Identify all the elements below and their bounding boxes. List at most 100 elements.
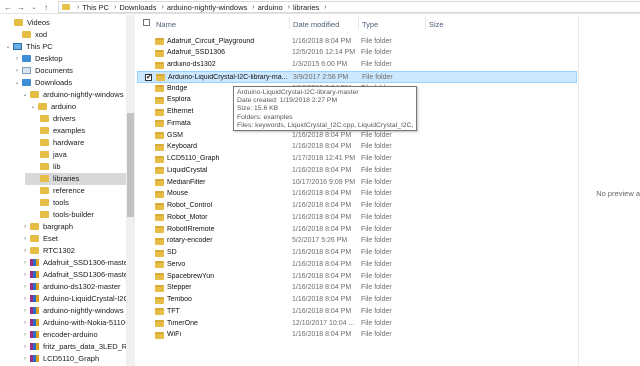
folder-icon bbox=[155, 120, 164, 128]
file-row[interactable]: Mouse 1/16/2018 8:04 PM File folder bbox=[137, 189, 577, 201]
nav-item-xod[interactable]: xod bbox=[22, 29, 124, 41]
nav-item-libraries[interactable]: libraries bbox=[25, 173, 126, 185]
nav-item-rtc1302[interactable]: › RTC1302 bbox=[22, 245, 124, 257]
chevron-right-icon[interactable]: › bbox=[252, 4, 254, 11]
file-row[interactable]: SpacebrewYun 1/16/2018 8:04 PM File folder bbox=[137, 271, 577, 283]
breadcrumb-arduino[interactable]: arduino bbox=[258, 3, 283, 12]
row-checkbox[interactable]: ✔ bbox=[145, 74, 152, 82]
column-header-size[interactable]: Size bbox=[429, 20, 444, 29]
chevron-right-icon[interactable]: › bbox=[22, 356, 28, 362]
nav-item-archive[interactable]: › encoder-arduino bbox=[22, 329, 124, 341]
chevron-down-icon[interactable]: ⌄ bbox=[30, 103, 36, 110]
file-row[interactable]: SD 1/16/2018 8:04 PM File folder bbox=[137, 248, 577, 260]
breadcrumb[interactable]: › This PC › Downloads › arduino-nightly-… bbox=[58, 1, 640, 13]
chevron-right-icon[interactable]: › bbox=[114, 4, 116, 11]
chevron-right-icon[interactable]: › bbox=[324, 4, 326, 11]
file-row[interactable]: Stepper 1/16/2018 8:04 PM File folder bbox=[137, 283, 577, 295]
nav-item-archive[interactable]: › Arduino-LiquidCrystal-I2C-li bbox=[22, 293, 135, 305]
chevron-right-icon[interactable]: › bbox=[22, 248, 28, 254]
nav-item-archive[interactable]: › arduino-ds1302-master bbox=[22, 281, 124, 293]
select-all-checkbox[interactable] bbox=[143, 19, 150, 26]
nav-item-bargraph[interactable]: › bargraph bbox=[22, 221, 124, 233]
up-arrow-icon[interactable]: ↑ bbox=[40, 1, 52, 13]
file-row[interactable]: Robot_Control 1/16/2018 8:04 PM File folde… bbox=[137, 201, 577, 213]
file-type: File folder bbox=[361, 178, 392, 186]
nav-item-hardware[interactable]: hardware bbox=[40, 137, 124, 149]
recent-locations-chevron-icon[interactable]: ⌄ bbox=[28, 1, 40, 13]
folder-icon bbox=[155, 261, 164, 269]
column-divider[interactable] bbox=[289, 17, 290, 29]
nav-item-examples[interactable]: examples bbox=[40, 125, 124, 137]
file-row[interactable]: Adafruit_SSD1306 12/5/2016 12:14 PM File f… bbox=[137, 48, 577, 60]
nav-item-drivers[interactable]: drivers bbox=[40, 113, 124, 125]
nav-item-arduino-nightly-windows[interactable]: ⌄ arduino-nightly-windows bbox=[22, 89, 124, 101]
chevron-right-icon[interactable]: › bbox=[22, 344, 28, 350]
file-row[interactable]: Servo 1/16/2018 8:04 PM File folder bbox=[137, 259, 577, 271]
nav-item-this-pc[interactable]: ⌄ This PC bbox=[5, 41, 124, 53]
file-row[interactable]: LCD5110_Graph 1/17/2018 12:41 PM File fold… bbox=[137, 154, 577, 166]
chevron-right-icon[interactable]: › bbox=[14, 56, 20, 62]
chevron-right-icon[interactable]: › bbox=[161, 4, 163, 11]
file-row[interactable]: arduino-ds1302 1/3/2015 6:00 PM File folde… bbox=[137, 60, 577, 72]
chevron-right-icon[interactable]: › bbox=[14, 68, 20, 74]
chevron-right-icon[interactable]: › bbox=[22, 332, 28, 338]
chevron-down-icon[interactable]: ⌄ bbox=[5, 43, 11, 50]
navigation-scrollbar[interactable] bbox=[126, 15, 135, 366]
column-header-date[interactable]: Date modified bbox=[293, 20, 339, 29]
nav-item-arduino[interactable]: ⌄ arduino bbox=[30, 101, 124, 113]
breadcrumb-downloads[interactable]: Downloads bbox=[119, 3, 156, 12]
chevron-right-icon[interactable]: › bbox=[22, 260, 28, 266]
nav-item-archive[interactable]: › Adafruit_SSD1306-master (1) bbox=[22, 257, 135, 269]
breadcrumb-arduino-nightly-windows[interactable]: arduino-nightly-windows bbox=[167, 3, 247, 12]
nav-item-label: Documents bbox=[35, 66, 73, 76]
file-row[interactable]: Temboo 1/16/2018 8:04 PM File folder bbox=[137, 295, 577, 307]
chevron-right-icon[interactable]: › bbox=[22, 320, 28, 326]
breadcrumb-this-pc[interactable]: This PC bbox=[82, 3, 109, 12]
nav-item-documents[interactable]: › Documents bbox=[14, 65, 124, 77]
nav-item-archive[interactable]: › Arduino-with-Nokia-5110-LC bbox=[22, 317, 135, 329]
back-arrow-icon[interactable]: ← bbox=[2, 1, 14, 13]
scrollbar-thumb[interactable] bbox=[127, 113, 134, 217]
nav-item-tools[interactable]: tools bbox=[40, 197, 124, 209]
file-row[interactable]: Keyboard 1/16/2018 8:04 PM File folder bbox=[137, 142, 577, 154]
nav-item-downloads[interactable]: ⌄ Downloads bbox=[14, 77, 124, 89]
chevron-right-icon[interactable]: › bbox=[22, 296, 28, 302]
file-row[interactable]: MedianFilter 10/17/2016 9:09 PM File folde… bbox=[137, 177, 577, 189]
nav-item-eset[interactable]: › Eset bbox=[22, 233, 124, 245]
nav-item-lib[interactable]: lib bbox=[40, 161, 124, 173]
chevron-right-icon[interactable]: › bbox=[22, 224, 28, 230]
column-divider[interactable] bbox=[358, 17, 359, 29]
nav-item-desktop[interactable]: › Desktop bbox=[14, 53, 124, 65]
file-row[interactable]: RobotIRremote 1/16/2018 8:04 PM File folde… bbox=[137, 224, 577, 236]
file-row[interactable]: TFT 1/16/2018 8:04 PM File folder bbox=[137, 306, 577, 318]
chevron-right-icon[interactable]: › bbox=[22, 236, 28, 242]
file-row[interactable]: WiFi 1/16/2018 8:04 PM File folder bbox=[137, 330, 577, 342]
chevron-down-icon[interactable]: ⌄ bbox=[14, 79, 20, 86]
file-row[interactable]: Robot_Motor 1/16/2018 8:04 PM File folder bbox=[137, 212, 577, 224]
file-row[interactable]: GSM 1/16/2018 8:04 PM File folder bbox=[137, 130, 577, 142]
nav-item-videos[interactable]: Videos bbox=[14, 17, 124, 29]
nav-item-archive[interactable]: › fritz_parts_data_3LED_RE_SW bbox=[22, 341, 135, 353]
chevron-down-icon[interactable]: ⌄ bbox=[22, 91, 28, 98]
chevron-right-icon[interactable]: › bbox=[77, 4, 79, 11]
file-row[interactable]: TimerOne 12/10/2017 10:04 ... File folder bbox=[137, 318, 577, 330]
file-row[interactable]: ✔ Arduino-LiquidCrystal-I2C-library-ma...… bbox=[137, 71, 577, 83]
column-header-type[interactable]: Type bbox=[362, 20, 378, 29]
chevron-right-icon[interactable]: › bbox=[22, 284, 28, 290]
file-row[interactable]: Adafruit_Circuit_Playground 1/16/2018 8:0… bbox=[137, 36, 577, 48]
nav-item-archive[interactable]: › Adafruit_SSD1306-master bbox=[22, 269, 131, 281]
forward-arrow-icon[interactable]: → bbox=[15, 1, 27, 13]
nav-item-tools-builder[interactable]: tools-builder bbox=[40, 209, 124, 221]
nav-item-java[interactable]: java bbox=[40, 149, 124, 161]
column-header-name[interactable]: Name bbox=[156, 20, 176, 29]
chevron-right-icon[interactable]: › bbox=[22, 272, 28, 278]
file-row[interactable]: rotary-encoder 5/2/2017 5:26 PM File folde… bbox=[137, 236, 577, 248]
chevron-right-icon[interactable]: › bbox=[288, 4, 290, 11]
breadcrumb-libraries[interactable]: libraries bbox=[293, 3, 319, 12]
nav-item-archive[interactable]: › arduino-nightly-windows bbox=[22, 305, 124, 317]
nav-item-archive[interactable]: › LCD5110_Graph bbox=[22, 353, 124, 365]
column-divider[interactable] bbox=[425, 17, 426, 29]
nav-item-reference[interactable]: reference bbox=[40, 185, 124, 197]
chevron-right-icon[interactable]: › bbox=[22, 308, 28, 314]
file-row[interactable]: LiquidCrystal 1/16/2018 8:04 PM File folde… bbox=[137, 165, 577, 177]
